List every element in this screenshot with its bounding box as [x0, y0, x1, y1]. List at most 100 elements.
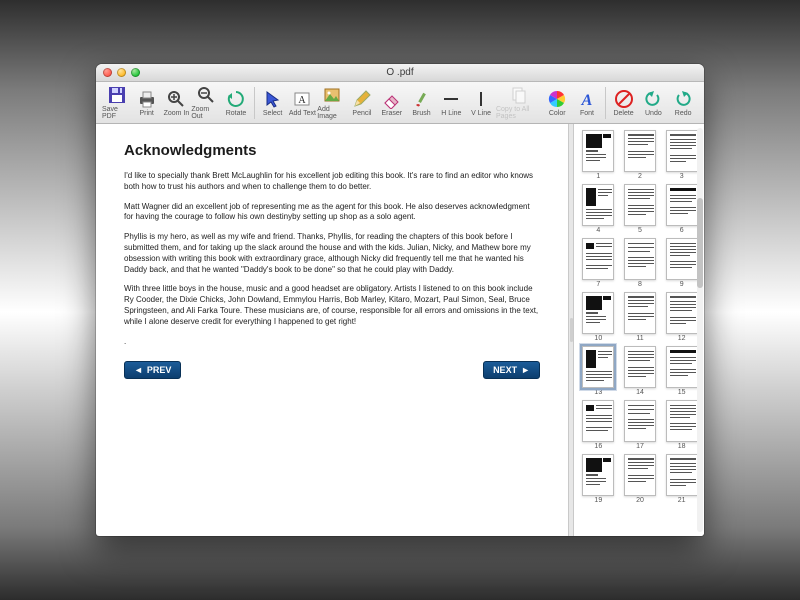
- thumbnail-cell[interactable]: 6: [663, 184, 700, 234]
- thumbnail-cell[interactable]: 7: [580, 238, 617, 288]
- thumbnail-page[interactable]: [666, 238, 698, 280]
- font-button[interactable]: A Font: [572, 83, 602, 123]
- rotate-button[interactable]: Rotate: [221, 83, 251, 123]
- thumbnail-cell[interactable]: 21: [663, 454, 700, 504]
- thumbnail-cell[interactable]: 9: [663, 238, 700, 288]
- thumbnail-page[interactable]: [624, 454, 656, 496]
- brush-icon: [412, 89, 432, 109]
- label: Zoom Out: [191, 106, 221, 120]
- thumbnail-page[interactable]: [582, 346, 614, 388]
- arrow-right-icon: ►: [521, 365, 530, 375]
- color-wheel-icon: [547, 89, 567, 109]
- prev-button[interactable]: ◄ PREV: [124, 361, 181, 379]
- thumbnail-page[interactable]: [582, 454, 614, 496]
- toolbar: Save PDF Print Zoom In Zoom Out Rotate: [96, 82, 704, 124]
- add-image-button[interactable]: Add Image: [317, 83, 347, 123]
- thumbnail-page[interactable]: [666, 292, 698, 334]
- text-icon: A: [292, 89, 312, 109]
- color-button[interactable]: Color: [542, 83, 572, 123]
- vline-button[interactable]: V Line: [466, 83, 496, 123]
- thumbnail-cell[interactable]: 12: [663, 292, 700, 342]
- thumbnail-page[interactable]: [666, 184, 698, 226]
- thumbnail-cell[interactable]: 8: [622, 238, 659, 288]
- page-view[interactable]: Acknowledgments I'd like to specially th…: [96, 124, 568, 536]
- thumbnail-cell[interactable]: 15: [663, 346, 700, 396]
- minimize-window-button[interactable]: [117, 68, 126, 77]
- thumbnail-page[interactable]: [582, 238, 614, 280]
- image-icon: [322, 85, 342, 105]
- print-button[interactable]: Print: [132, 83, 162, 123]
- thumbnail-cell[interactable]: 4: [580, 184, 617, 234]
- label: Font: [580, 110, 594, 117]
- thumbnail-page[interactable]: [624, 238, 656, 280]
- thumbnail-page[interactable]: [624, 346, 656, 388]
- thumbnail-page[interactable]: [666, 454, 698, 496]
- label: Color: [549, 110, 566, 117]
- thumbnail-cell[interactable]: 18: [663, 400, 700, 450]
- thumbnail-page[interactable]: [666, 130, 698, 172]
- thumbnail-cell[interactable]: 10: [580, 292, 617, 342]
- close-window-button[interactable]: [103, 68, 112, 77]
- zoom-out-button[interactable]: Zoom Out: [191, 83, 221, 123]
- thumbnail-page[interactable]: [624, 184, 656, 226]
- next-button[interactable]: NEXT ►: [483, 361, 540, 379]
- thumbnail-page[interactable]: [582, 292, 614, 334]
- thumbnail-number: 19: [594, 497, 602, 504]
- select-button[interactable]: Select: [258, 83, 288, 123]
- thumbnail-number: 20: [636, 497, 644, 504]
- pencil-button[interactable]: Pencil: [347, 83, 377, 123]
- page-heading: Acknowledgments: [124, 142, 540, 159]
- eraser-button[interactable]: Eraser: [377, 83, 407, 123]
- thumbnail-number: 4: [596, 227, 600, 234]
- hline-button[interactable]: H Line: [436, 83, 466, 123]
- paragraph: I'd like to specially thank Brett McLaug…: [124, 171, 540, 193]
- label: H Line: [441, 110, 461, 117]
- redo-button[interactable]: Redo: [668, 83, 698, 123]
- thumbnail-page[interactable]: [624, 130, 656, 172]
- label: Delete: [613, 110, 633, 117]
- label: Print: [139, 110, 153, 117]
- thumbnail-cell[interactable]: 11: [622, 292, 659, 342]
- copy-pages-icon: [509, 85, 529, 105]
- app-window: O .pdf Save PDF Print Zoom In Zoom Out: [96, 64, 704, 536]
- separator: [254, 87, 255, 119]
- thumbnail-cell[interactable]: 14: [622, 346, 659, 396]
- add-text-button[interactable]: A Add Text: [288, 83, 318, 123]
- thumbnail-cell[interactable]: 1: [580, 130, 617, 180]
- thumbnail-page[interactable]: [582, 184, 614, 226]
- thumbnail-number: 10: [594, 335, 602, 342]
- thumbnail-cell[interactable]: 13: [580, 346, 617, 396]
- thumbnail-number: 18: [678, 443, 686, 450]
- thumbnail-page[interactable]: [666, 400, 698, 442]
- thumbnail-cell[interactable]: 19: [580, 454, 617, 504]
- floppy-icon: [107, 85, 127, 105]
- undo-button[interactable]: Undo: [638, 83, 668, 123]
- label: Pencil: [352, 110, 371, 117]
- thumbnail-cell[interactable]: 17: [622, 400, 659, 450]
- zoom-in-button[interactable]: Zoom In: [162, 83, 192, 123]
- thumbnail-page[interactable]: [582, 400, 614, 442]
- copy-all-pages-button[interactable]: Copy to All Pages: [496, 83, 542, 123]
- thumbnail-page[interactable]: [582, 130, 614, 172]
- save-pdf-button[interactable]: Save PDF: [102, 83, 132, 123]
- zoom-window-button[interactable]: [131, 68, 140, 77]
- thumbnail-cell[interactable]: 5: [622, 184, 659, 234]
- thumbnail-cell[interactable]: 20: [622, 454, 659, 504]
- delete-button[interactable]: Delete: [609, 83, 639, 123]
- brush-button[interactable]: Brush: [407, 83, 437, 123]
- rotate-icon: [226, 89, 246, 109]
- thumbnail-number: 16: [594, 443, 602, 450]
- thumbnail-page[interactable]: [624, 400, 656, 442]
- thumbnail-page[interactable]: [666, 346, 698, 388]
- thumbnail-cell[interactable]: 3: [663, 130, 700, 180]
- thumbnail-cell[interactable]: 16: [580, 400, 617, 450]
- hline-icon: [441, 89, 461, 109]
- thumbnail-scrollbar[interactable]: [697, 128, 703, 532]
- label: Copy to All Pages: [496, 106, 542, 120]
- thumbnail-page[interactable]: [624, 292, 656, 334]
- thumbnail-cell[interactable]: 2: [622, 130, 659, 180]
- thumbnail-number: 15: [678, 389, 686, 396]
- thumbnail-number: 9: [680, 281, 684, 288]
- scrollbar-handle[interactable]: [697, 198, 703, 288]
- thumbnail-number: 7: [596, 281, 600, 288]
